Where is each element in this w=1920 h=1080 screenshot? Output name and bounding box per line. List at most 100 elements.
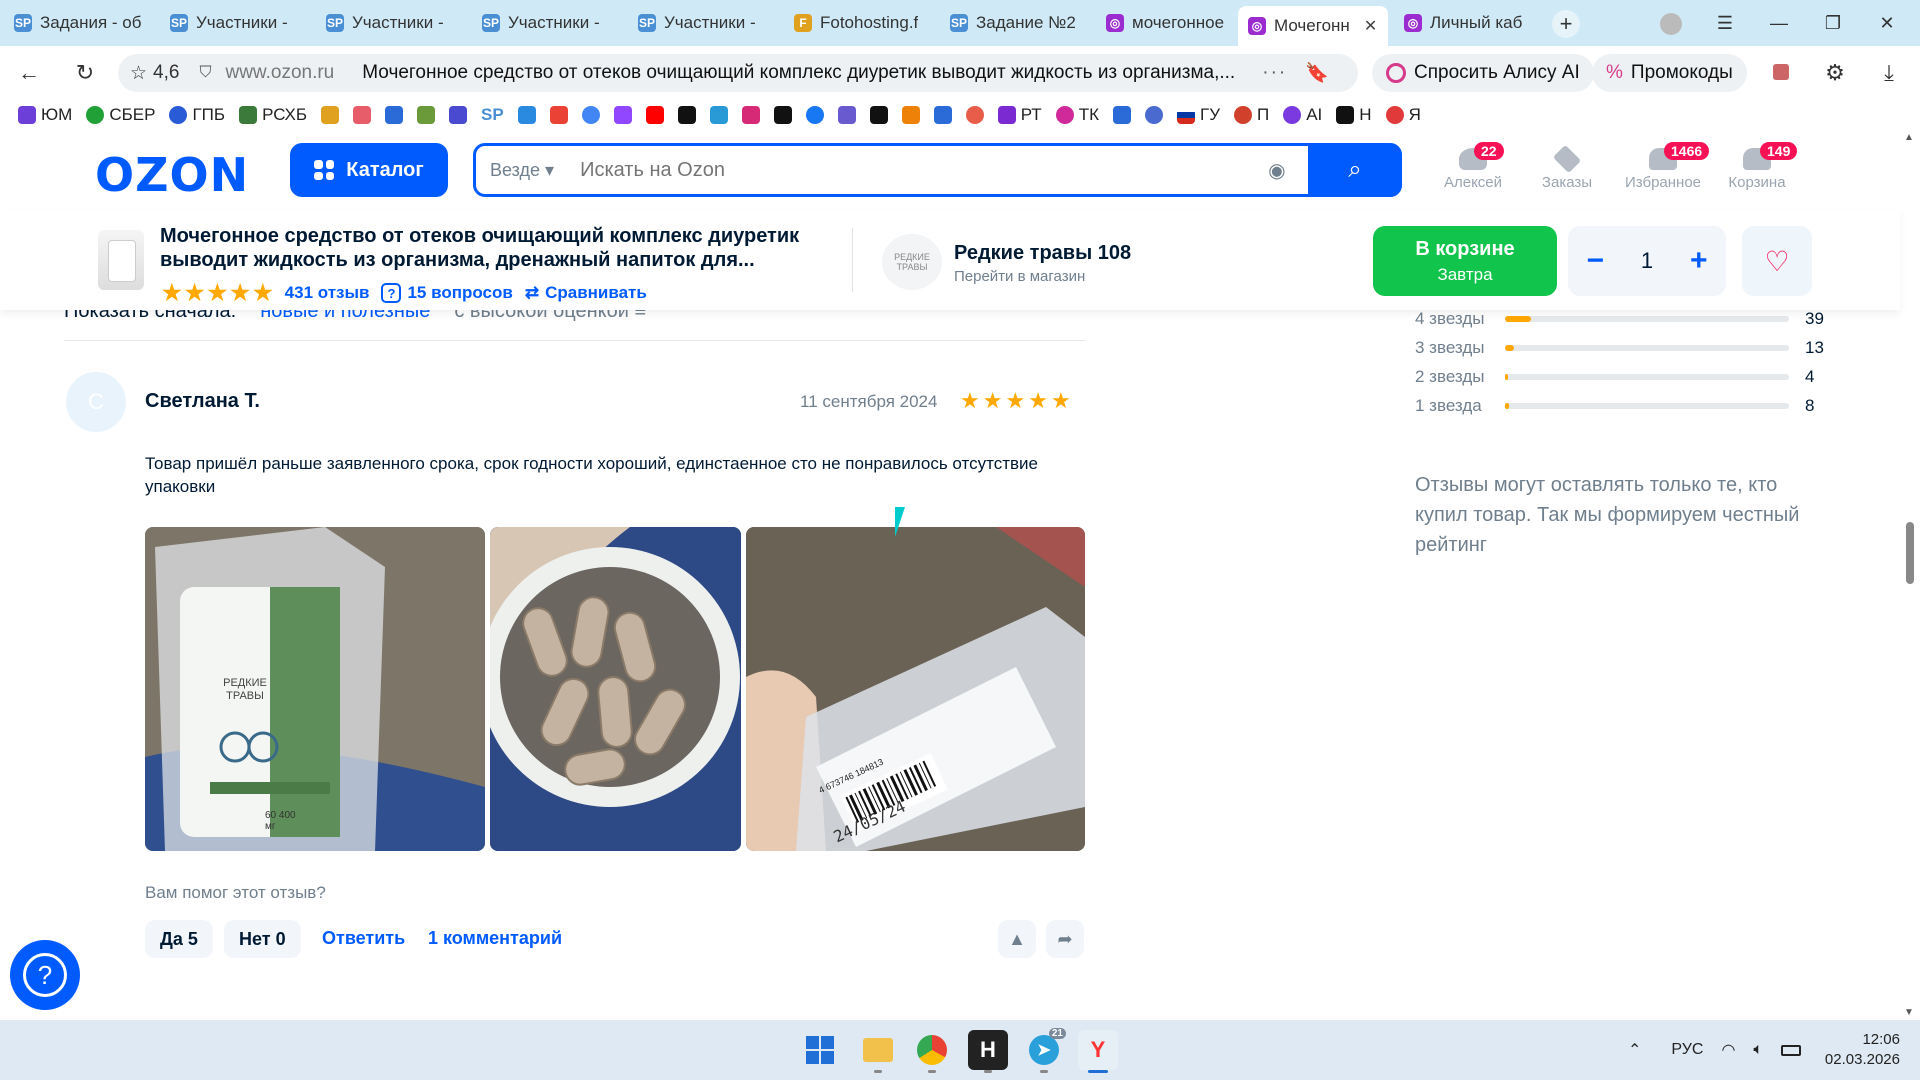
alice-button[interactable]: Спросить Алису AI [1372,54,1594,92]
browser-tab[interactable]: SP Участники - [160,6,310,40]
bookmark-item[interactable] [321,106,340,124]
browser-tab[interactable]: ◎ мочегонное [1096,6,1236,40]
share-button[interactable]: ➦ [1046,920,1084,958]
bookmark-item[interactable] [837,106,856,124]
reviews-count-link[interactable]: 431 отзыв [285,283,370,303]
scrollbar-thumb[interactable] [1906,522,1914,584]
bookmark-item[interactable] [417,106,436,124]
app-h-icon[interactable]: H [968,1030,1008,1070]
bookmark-item[interactable]: РСХБ [239,105,307,125]
chevron-up-icon[interactable]: ⌃ [1628,1040,1641,1060]
telegram-icon[interactable]: ➤ 21 [1024,1028,1066,1070]
camera-icon[interactable]: ◉ [1268,158,1285,183]
bookmark-item[interactable] [353,106,372,124]
vote-no-button[interactable]: Нет 0 [224,920,301,958]
bookmark-item[interactable]: П [1234,105,1269,125]
bookmark-item[interactable] [581,106,600,124]
restore-icon[interactable]: ❐ [1818,8,1848,38]
browser-tab[interactable]: SP Участники - [472,6,622,40]
file-explorer-icon[interactable] [858,1030,898,1070]
download-icon[interactable]: ⤓ [1874,58,1904,88]
header-cart[interactable]: Корзина 149 [1712,142,1802,191]
new-tab-button[interactable]: + [1552,10,1580,38]
browser-icon[interactable] [912,1030,952,1070]
scroll-up-icon[interactable]: ▲ [1904,132,1914,143]
bookmark-item[interactable]: РТ [997,105,1042,125]
header-favorites[interactable]: Избранное 1466 [1618,142,1710,191]
bookmark-item[interactable] [869,106,888,124]
comments-link[interactable]: 1 комментарий [428,928,562,949]
scroll-down-icon[interactable]: ▼ [1904,1007,1914,1018]
bookmark-item[interactable]: Н [1336,105,1372,125]
header-orders[interactable]: Заказы [1522,144,1612,191]
browser-tab[interactable]: F Fotohosting.f [784,6,934,40]
bookmark-item[interactable] [933,106,952,124]
review-photo[interactable]: РЕДКИЕ ТРАВЫ 60 400 мг [145,527,485,851]
header-profile[interactable]: Алексей 22 [1428,142,1518,191]
browser-tab[interactable]: SP Участники - [628,6,778,40]
more-icon[interactable]: ··· [1262,62,1287,84]
omnibox[interactable]: ☆ 4,6 ⛉ www.ozon.ru Мочегонное средство о… [118,54,1358,92]
bookmark-item[interactable] [709,106,728,124]
in-cart-button[interactable]: В корзине Завтра [1373,226,1557,296]
search-input[interactable] [580,158,1241,182]
bookmark-item[interactable] [549,106,568,124]
browser-tab[interactable]: SP Задания - об [4,6,154,40]
promo-button[interactable]: % Промокоды [1592,54,1747,92]
close-window-icon[interactable]: ✕ [1872,8,1902,38]
browser-tab[interactable]: SP Участники - [316,6,466,40]
bookmark-item[interactable] [965,106,984,124]
close-tab-icon[interactable]: ✕ [1364,16,1377,36]
bookmark-item[interactable]: ГУ [1176,105,1220,125]
bookmark-item[interactable]: ТК [1055,105,1099,125]
yandex-browser-icon[interactable]: Y [1078,1030,1118,1070]
bookmark-item[interactable]: AI [1283,105,1322,125]
browser-tab[interactable]: ◎ Личный каб [1394,6,1544,40]
catalog-button[interactable]: Каталог [290,143,448,197]
bookmark-item[interactable] [517,106,536,124]
search-scope-select[interactable]: Везде ▾ [490,160,554,181]
bookmark-item[interactable] [385,106,404,124]
bookmark-item[interactable] [449,106,468,124]
bookmark-item[interactable] [1144,106,1163,124]
bookmark-item[interactable] [1112,106,1131,124]
profile-icon[interactable] [1656,8,1686,38]
product-title[interactable]: Мочегонное средство от отеков очищающий … [160,224,840,272]
bookmark-item[interactable] [901,106,920,124]
product-thumbnail[interactable] [98,230,144,290]
windows-start-icon[interactable] [800,1030,840,1070]
rating-row-1[interactable]: 1 звезда 8 [1415,395,1814,417]
bookmark-item[interactable]: SP [481,105,504,125]
reply-link[interactable]: Ответить [322,928,405,949]
increase-button[interactable]: + [1690,244,1708,278]
bookmark-item[interactable] [613,106,632,124]
vote-yes-button[interactable]: Да 5 [145,920,213,958]
volume-icon[interactable]: 🔈︎ [1753,1041,1763,1059]
site-rating[interactable]: ☆ 4,6 [130,62,179,85]
bookmark-item[interactable]: ЮМ [18,105,72,125]
language-indicator[interactable]: РУС [1671,1041,1703,1059]
browser-tab[interactable]: SP Задание №2 [940,6,1090,40]
search-button[interactable]: ⌕ [1308,143,1402,197]
bookmark-item[interactable] [773,106,792,124]
bookmark-item[interactable] [645,106,664,124]
review-photo[interactable]: 4 673746 184813 24/05/24 [746,527,1085,851]
browser-tab-active[interactable]: ◎ Мочегонн ✕ [1238,6,1388,46]
clock[interactable]: 12:06 02.03.2026 [1820,1030,1900,1070]
reload-icon[interactable]: ↻ [70,58,100,88]
help-button[interactable]: ? [10,940,80,1010]
shield-icon[interactable]: ⛉ [199,64,211,82]
image-extension-icon[interactable] [1766,58,1796,88]
shop-link[interactable]: Перейти в магазин [954,268,1085,285]
decrease-button[interactable]: − [1586,244,1604,278]
battery-icon[interactable] [1781,1044,1802,1056]
back-icon[interactable]: ← [14,58,44,88]
bookmark-item[interactable]: Я [1385,105,1421,125]
rating-row-3[interactable]: 3 звезды 13 [1415,337,1824,359]
questions-link[interactable]: 15 вопросов [407,283,512,303]
bookmark-item[interactable] [677,106,696,124]
compare-link[interactable]: Сравнивать [545,283,647,303]
menu-icon[interactable]: ☰ [1710,8,1740,38]
bookmark-item[interactable]: СБЕР [86,105,155,125]
extensions-icon[interactable]: ⚙ [1820,58,1850,88]
